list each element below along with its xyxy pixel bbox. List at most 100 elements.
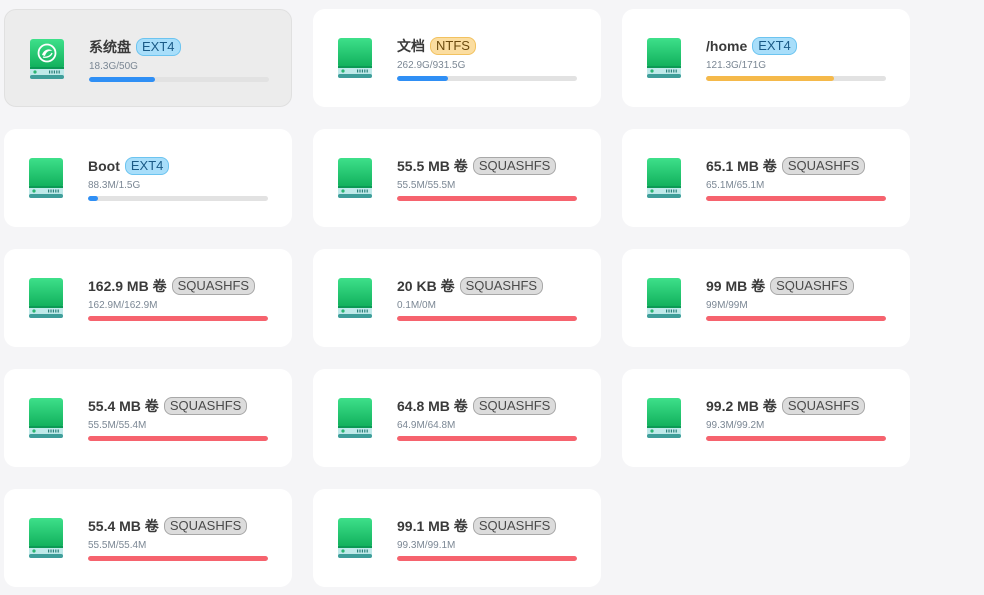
disk-name: 20 KB 卷 (397, 278, 455, 294)
filesystem-badge: SQUASHFS (171, 277, 256, 295)
disk-usage-text: 55.5M/55.5M (397, 180, 456, 191)
disk-card-4[interactable]: 55.5 MB 卷 SQUASHFS 55.5M/55.5M (313, 129, 601, 227)
usage-bar-fill (397, 316, 577, 321)
usage-bar (88, 316, 268, 321)
drive-icon (29, 158, 63, 198)
disk-name: 文档 (397, 38, 425, 54)
usage-bar-fill (89, 77, 155, 82)
disk-card-9[interactable]: 55.4 MB 卷 SQUASHFS 55.5M/55.4M (4, 369, 292, 467)
filesystem-badge: NTFS (430, 37, 476, 55)
drive-icon (29, 398, 63, 438)
system-disk-icon (30, 39, 64, 79)
disk-name: 55.4 MB 卷 (88, 398, 159, 414)
disk-name: /home (706, 38, 748, 54)
disk-info: Boot EXT4 88.3M/1.5G (88, 155, 268, 201)
disk-card-5[interactable]: 65.1 MB 卷 SQUASHFS 65.1M/65.1M (622, 129, 910, 227)
disk-info: 55.4 MB 卷 SQUASHFS 55.5M/55.4M (88, 395, 268, 441)
disk-title-row: 99.1 MB 卷 SQUASHFS (397, 515, 577, 537)
filesystem-badge: SQUASHFS (163, 517, 248, 535)
disk-title-row: 55.5 MB 卷 SQUASHFS (397, 155, 577, 177)
disk-title-row: 99.2 MB 卷 SQUASHFS (706, 395, 886, 417)
disk-usage-text: 64.9M/64.8M (397, 420, 456, 431)
disk-title-row: 20 KB 卷 SQUASHFS (397, 275, 577, 297)
disk-usage-text: 18.3G/50G (89, 61, 138, 72)
usage-bar (706, 436, 886, 441)
filesystem-badge: SQUASHFS (781, 397, 866, 415)
disk-card-10[interactable]: 64.8 MB 卷 SQUASHFS 64.9M/64.8M (313, 369, 601, 467)
drive-icon (647, 398, 681, 438)
disk-name: 系统盘 (89, 39, 131, 55)
disk-usage-text: 262.9G/931.5G (397, 60, 466, 71)
filesystem-badge: SQUASHFS (472, 397, 557, 415)
disk-name: 64.8 MB 卷 (397, 398, 468, 414)
disk-card-11[interactable]: 99.2 MB 卷 SQUASHFS 99.3M/99.2M (622, 369, 910, 467)
drive-icon (338, 158, 372, 198)
disk-name: 162.9 MB 卷 (88, 278, 167, 294)
usage-bar-fill (397, 436, 577, 441)
filesystem-badge: SQUASHFS (472, 517, 557, 535)
drive-icon (29, 278, 63, 318)
disk-usage-text: 162.9M/162.9M (88, 300, 158, 311)
drive-icon (647, 38, 681, 78)
disk-card-2[interactable]: /home EXT4 121.3G/171G (622, 9, 910, 107)
disk-grid: 系统盘 EXT4 18.3G/50G 文档 NTFS 262.9G/931.5G… (0, 0, 984, 595)
usage-bar (88, 436, 268, 441)
disk-info: 65.1 MB 卷 SQUASHFS 65.1M/65.1M (706, 155, 886, 201)
usage-bar (397, 436, 577, 441)
filesystem-badge: SQUASHFS (459, 277, 544, 295)
disk-info: 64.8 MB 卷 SQUASHFS 64.9M/64.8M (397, 395, 577, 441)
disk-card-0[interactable]: 系统盘 EXT4 18.3G/50G (4, 9, 292, 107)
filesystem-badge: EXT4 (124, 157, 170, 175)
filesystem-badge: SQUASHFS (781, 157, 866, 175)
disk-title-row: 162.9 MB 卷 SQUASHFS (88, 275, 268, 297)
disk-name: 99.1 MB 卷 (397, 518, 468, 534)
disk-info: 162.9 MB 卷 SQUASHFS 162.9M/162.9M (88, 275, 268, 321)
disk-name: 99 MB 卷 (706, 278, 766, 294)
usage-bar-fill (397, 556, 577, 561)
disk-info: 系统盘 EXT4 18.3G/50G (89, 36, 269, 82)
usage-bar (706, 76, 886, 81)
disk-card-13[interactable]: 99.1 MB 卷 SQUASHFS 99.3M/99.1M (313, 489, 601, 587)
disk-info: 20 KB 卷 SQUASHFS 0.1M/0M (397, 275, 577, 321)
filesystem-badge: EXT4 (136, 38, 181, 56)
filesystem-badge: SQUASHFS (472, 157, 557, 175)
usage-bar-fill (88, 556, 268, 561)
filesystem-badge: EXT4 (752, 37, 797, 55)
disk-usage-text: 55.5M/55.4M (88, 540, 147, 551)
usage-bar-fill (397, 76, 448, 81)
disk-title-row: 65.1 MB 卷 SQUASHFS (706, 155, 886, 177)
disk-card-6[interactable]: 162.9 MB 卷 SQUASHFS 162.9M/162.9M (4, 249, 292, 347)
disk-info: /home EXT4 121.3G/171G (706, 35, 886, 81)
disk-title-row: Boot EXT4 (88, 155, 268, 177)
disk-title-row: 文档 NTFS (397, 35, 577, 57)
usage-bar (397, 196, 577, 201)
disk-card-1[interactable]: 文档 NTFS 262.9G/931.5G (313, 9, 601, 107)
usage-bar (397, 316, 577, 321)
usage-bar (88, 556, 268, 561)
disk-name: 55.5 MB 卷 (397, 158, 468, 174)
disk-info: 99 MB 卷 SQUASHFS 99M/99M (706, 275, 886, 321)
disk-info: 99.1 MB 卷 SQUASHFS 99.3M/99.1M (397, 515, 577, 561)
disk-title-row: 系统盘 EXT4 (89, 36, 269, 58)
disk-title-row: 99 MB 卷 SQUASHFS (706, 275, 886, 297)
disk-title-row: 55.4 MB 卷 SQUASHFS (88, 515, 268, 537)
usage-bar-fill (88, 196, 99, 201)
disk-info: 文档 NTFS 262.9G/931.5G (397, 35, 577, 81)
usage-bar (89, 77, 269, 82)
disk-card-12[interactable]: 55.4 MB 卷 SQUASHFS 55.5M/55.4M (4, 489, 292, 587)
usage-bar-fill (706, 436, 886, 441)
disk-usage-text: 99.3M/99.2M (706, 420, 765, 431)
disk-name: 65.1 MB 卷 (706, 158, 777, 174)
disk-card-8[interactable]: 99 MB 卷 SQUASHFS 99M/99M (622, 249, 910, 347)
disk-title-row: /home EXT4 (706, 35, 886, 57)
usage-bar (706, 196, 886, 201)
usage-bar-fill (397, 196, 577, 201)
disk-info: 55.5 MB 卷 SQUASHFS 55.5M/55.5M (397, 155, 577, 201)
usage-bar-fill (706, 316, 886, 321)
disk-name: Boot (88, 158, 120, 174)
disk-card-3[interactable]: Boot EXT4 88.3M/1.5G (4, 129, 292, 227)
drive-icon (647, 278, 681, 318)
disk-card-7[interactable]: 20 KB 卷 SQUASHFS 0.1M/0M (313, 249, 601, 347)
disk-info: 99.2 MB 卷 SQUASHFS 99.3M/99.2M (706, 395, 886, 441)
disk-usage-text: 99.3M/99.1M (397, 540, 456, 551)
